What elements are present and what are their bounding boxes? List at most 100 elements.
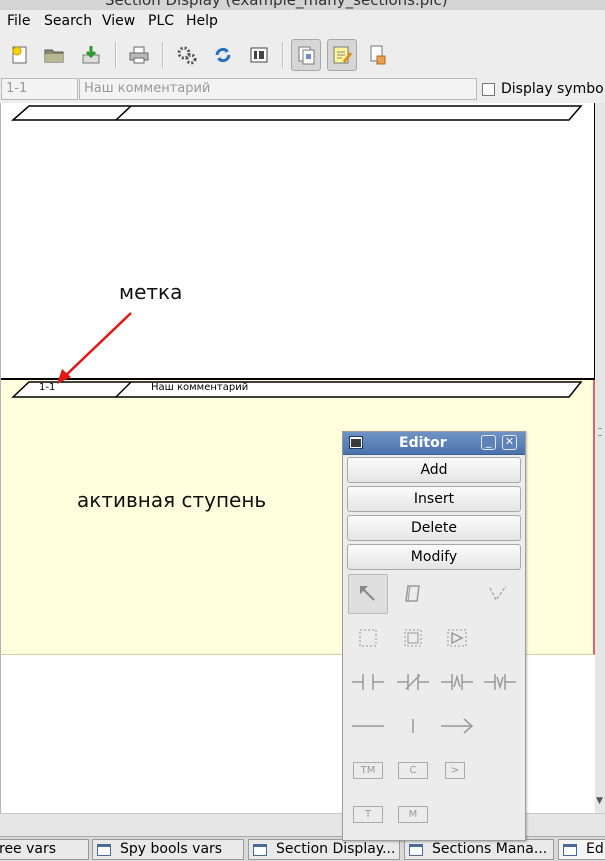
window-icon [97, 843, 111, 856]
contact-falling-tool[interactable] [480, 662, 520, 702]
refresh-icon [215, 47, 231, 63]
menu-help[interactable]: Help [186, 13, 218, 29]
menu-file[interactable]: File [7, 13, 30, 29]
section-comment-field[interactable]: Наш комментарий [79, 78, 477, 100]
select-block-tool[interactable] [393, 618, 433, 658]
section-header-frame [11, 105, 583, 121]
timer-iec-label: T [353, 805, 383, 823]
section-info-bar: 1-1 Наш комментарий Display symbols [0, 76, 605, 103]
vertical-scrollbar[interactable]: ▼ [595, 103, 605, 813]
select-area-icon [359, 629, 377, 647]
counter-label: C [398, 761, 428, 779]
menu-bar: File Search View PLC Help [0, 10, 605, 34]
editor-titlebar[interactable]: Editor _ ✕ [343, 432, 525, 455]
monostable-tool[interactable]: M [393, 794, 433, 834]
marker-annotation: метка [119, 280, 183, 304]
task-label: Section Display... [276, 841, 396, 857]
new-file-icon [12, 46, 27, 64]
compare-label: > [445, 761, 465, 779]
arrow-line-icon [441, 718, 474, 734]
contact-nc-icon [397, 674, 429, 690]
symbols-icon [370, 45, 386, 65]
window-title: Section Display (example_many_sections.p… [105, 0, 448, 9]
v-line-tool[interactable] [393, 706, 433, 746]
compare-tool[interactable]: > [435, 750, 475, 790]
toolbar-separator [115, 42, 117, 68]
window-icon [253, 843, 267, 856]
delete-button[interactable]: Delete [347, 515, 521, 541]
connector-icon [489, 585, 507, 602]
window-icon [563, 843, 577, 856]
menu-search[interactable]: Search [44, 13, 92, 29]
connector-tool[interactable] [479, 574, 519, 614]
active-rung-annotation: активная ступень [77, 488, 267, 512]
display-symbols-toggle[interactable]: Display symbols [482, 81, 605, 97]
open-button[interactable] [39, 39, 69, 71]
task-sections-manager[interactable]: Sections Mana... [404, 839, 554, 860]
timer-label: TM [353, 761, 383, 779]
gears-icon [177, 46, 197, 65]
h-line-icon [352, 725, 384, 727]
select-area-tool[interactable] [348, 618, 388, 658]
add-button[interactable]: Add [347, 457, 521, 483]
save-icon [82, 46, 100, 64]
task-label: Ed [586, 841, 604, 857]
task-free-vars[interactable]: ree vars [0, 839, 89, 860]
task-spy-bools[interactable]: Spy bools vars [92, 839, 244, 860]
refresh-button[interactable] [208, 39, 238, 71]
h-line-tool[interactable] [348, 706, 388, 746]
eraser-tool[interactable] [393, 574, 433, 614]
close-icon[interactable]: ✕ [502, 435, 517, 450]
scrollbar-grip[interactable] [598, 428, 602, 436]
element-select-tool[interactable] [437, 618, 477, 658]
new-file-button[interactable] [5, 39, 35, 71]
section-comment: Наш комментарий [151, 382, 249, 393]
contact-nc-tool[interactable] [393, 662, 433, 702]
save-button[interactable] [76, 39, 106, 71]
task-editor[interactable]: Ed [558, 839, 605, 860]
display-symbols-label: Display symbols [501, 81, 605, 97]
task-label: Spy bools vars [120, 841, 223, 857]
eraser-icon [405, 585, 420, 602]
window-titlebar: Section Display (example_many_sections.p… [0, 0, 605, 10]
task-section-display[interactable]: Section Display... [248, 839, 400, 860]
scroll-down-icon[interactable]: ▼ [596, 796, 603, 806]
run-button[interactable] [172, 39, 202, 71]
contact-falling-icon [484, 674, 516, 690]
arrow-line-tool[interactable] [437, 706, 477, 746]
print-button[interactable] [124, 39, 154, 71]
section-label-field[interactable]: 1-1 [1, 78, 78, 100]
contact-no-tool[interactable] [348, 662, 388, 702]
display-symbols-checkbox[interactable] [482, 82, 495, 96]
counter-tool[interactable]: C [393, 750, 433, 790]
section-header [11, 105, 583, 121]
task-label: ree vars [0, 841, 57, 857]
print-icon [129, 46, 149, 64]
symbols-button[interactable] [364, 39, 394, 71]
timer-iec-tool[interactable]: T [348, 794, 388, 834]
toolbar-separator [162, 42, 164, 68]
timer-tool[interactable]: TM [348, 750, 388, 790]
insert-button[interactable]: Insert [347, 486, 521, 512]
menu-plc[interactable]: PLC [148, 13, 174, 29]
contact-rising-tool[interactable] [437, 662, 477, 702]
pointer-icon [360, 586, 375, 601]
editor-button[interactable] [327, 39, 357, 71]
minimize-icon[interactable]: _ [481, 435, 496, 450]
task-label: Sections Mana... [432, 841, 548, 857]
io-list-icon [250, 47, 268, 63]
v-line-icon [412, 719, 414, 733]
io-button[interactable] [244, 39, 274, 71]
toolbar-separator [282, 42, 284, 68]
sections-manager-icon [298, 46, 315, 65]
toolbar [0, 34, 605, 76]
sections-manager-button[interactable] [291, 39, 321, 71]
annotation-arrow [57, 312, 132, 384]
editor-icon [333, 46, 352, 64]
modify-button[interactable]: Modify [347, 544, 521, 570]
window-menu-icon[interactable] [349, 436, 363, 449]
select-block-icon [404, 629, 422, 647]
monostable-label: M [398, 805, 428, 823]
pointer-tool[interactable] [348, 574, 388, 614]
menu-view[interactable]: View [102, 13, 135, 29]
